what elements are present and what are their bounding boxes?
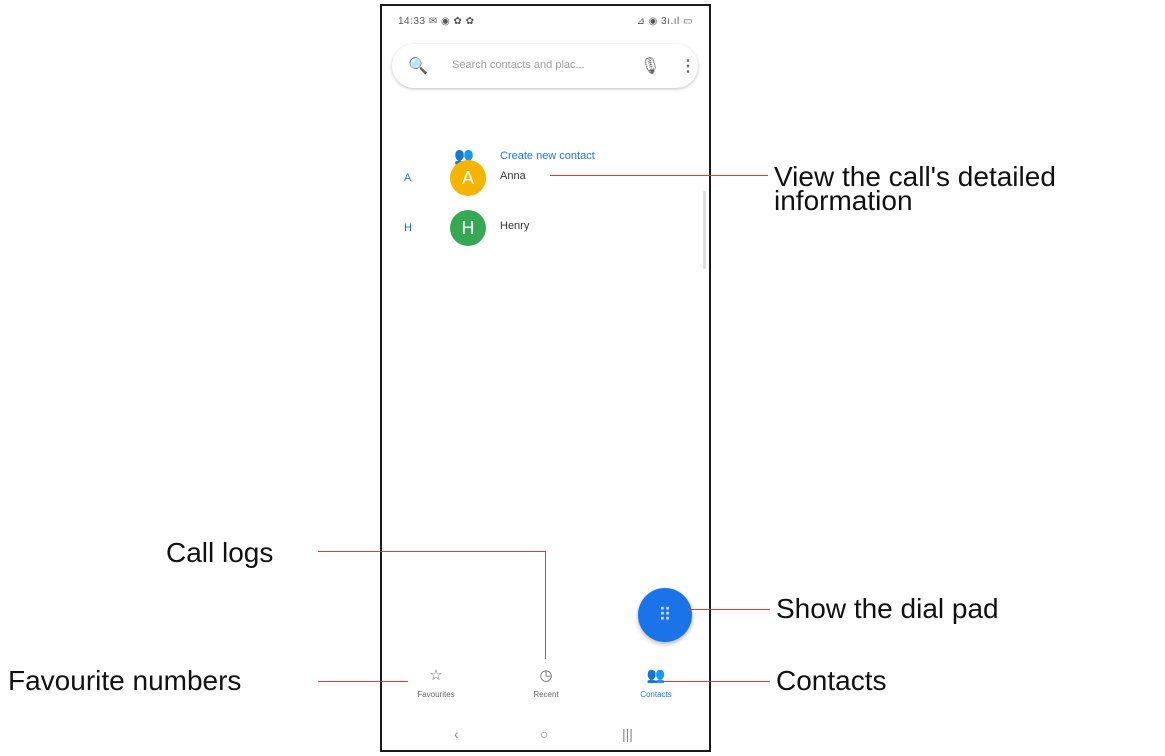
status-bar: 14:33 ✉ ◉ ✿ ✿ ⊿ ◉ 3ı.ıl ▭ (382, 6, 709, 36)
star-icon: ☆ (429, 667, 443, 684)
dialpad-icon: ⠿ (658, 605, 672, 625)
section-letter: H (404, 222, 412, 234)
callout-details-2: information (774, 185, 913, 216)
search-icon[interactable]: 🔍 (408, 56, 428, 76)
tab-label: Recent (533, 690, 559, 699)
callout-line-contacts (662, 681, 770, 682)
more-options-icon[interactable]: ⋮ (680, 56, 696, 76)
callout-call-logs: Call logs (166, 537, 274, 568)
contact-name: Anna (500, 170, 526, 182)
tab-recent[interactable]: ◷ Recent (506, 666, 586, 699)
tab-label: Contacts (640, 690, 672, 699)
back-icon[interactable]: ‹ (454, 726, 459, 742)
mic-icon[interactable]: 🎙 (640, 56, 660, 76)
search-bar[interactable]: 🔍 Search contacts and plac... 🎙 ⋮ (392, 44, 698, 88)
dial-pad-button[interactable]: ⠿ (638, 588, 692, 642)
callout-dial-pad: Show the dial pad (776, 593, 999, 624)
tab-label: Favourites (417, 690, 455, 699)
recents-icon[interactable]: ||| (622, 726, 633, 742)
section-letter: A (404, 172, 412, 184)
avatar: A (450, 160, 486, 196)
status-icons: ⊿ ◉ 3ı.ıl ▭ (636, 16, 693, 27)
tab-contacts[interactable]: 👥 Contacts (616, 666, 696, 699)
tab-favourites[interactable]: ☆ Favourites (396, 666, 476, 699)
home-icon[interactable]: ○ (540, 726, 548, 742)
status-time: 14:33 ✉ ◉ ✿ ✿ (398, 16, 475, 27)
contact-row-henry[interactable]: H H Henry (382, 208, 702, 252)
search-placeholder[interactable]: Search contacts and plac... (452, 59, 585, 71)
callout-contacts: Contacts (776, 665, 887, 696)
people-icon: 👥 (646, 667, 666, 684)
avatar: H (450, 210, 486, 246)
callout-line-details (550, 175, 768, 176)
scrollbar[interactable] (703, 191, 706, 269)
callout-favourites: Favourite numbers (8, 665, 242, 696)
clock-icon: ◷ (539, 667, 553, 684)
callout-line-favourites (318, 681, 408, 682)
contact-name: Henry (500, 220, 530, 232)
callout-line-dial-pad (688, 609, 770, 610)
callout-line-call-logs-h (318, 551, 546, 552)
contact-row-anna[interactable]: A A Anna (382, 158, 702, 202)
callout-line-call-logs-v (545, 551, 546, 659)
